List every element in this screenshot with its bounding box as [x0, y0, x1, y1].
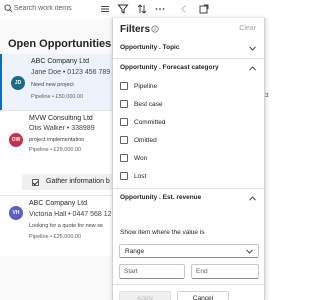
open-record-icon[interactable] [198, 3, 210, 15]
status-value-line: Pipeline • £25,000.00 [29, 234, 82, 240]
forecast-option-best-case[interactable]: Best case [120, 99, 163, 109]
avatar-initials: OW [11, 137, 21, 143]
topic-filter-header[interactable]: Opportunity . Topic [120, 44, 179, 51]
work-item-card[interactable]: VH ABC Company Ltd Victoria Hall • 0447 … [0, 196, 112, 256]
contact-line: Jane Doe • 0123 456 789 [31, 69, 111, 76]
filters-panel: Filters Clear Opportunity . Topic Opport… [112, 18, 265, 300]
back-arrow-icon[interactable] [178, 3, 190, 15]
operator-select[interactable]: Range [119, 244, 259, 258]
status-value-line: Pipeline • £29,000.00 [29, 147, 82, 153]
section-divider [113, 58, 265, 59]
show-where-label: Show item where the value is [120, 229, 205, 236]
cancel-button[interactable]: Cancel [177, 291, 229, 300]
contact-line: Otis Walker • 338989 [29, 125, 95, 132]
option-label: Omitted [134, 136, 157, 144]
chevron-down-icon[interactable] [249, 46, 256, 51]
forecast-option-lost[interactable]: Lost [120, 171, 146, 181]
filter-icon[interactable] [117, 3, 129, 15]
filters-title: Filters [120, 24, 151, 35]
info-icon[interactable] [151, 25, 159, 33]
forecast-category-filter-header[interactable]: Opportunity . Forecast category [120, 64, 219, 71]
option-label: Won [134, 154, 148, 162]
checkbox[interactable] [120, 82, 128, 90]
checkbox[interactable] [120, 118, 128, 126]
list-title: Open Opportunities Fo [8, 38, 128, 50]
company-name: MVW Consulting Ltd [29, 115, 93, 122]
sort-icon[interactable] [136, 3, 148, 15]
option-label: Pipeline [134, 82, 158, 90]
contact-line: Victoria Hall • 0447 568 123 [29, 211, 111, 218]
chevron-up-icon[interactable] [249, 196, 256, 201]
apply-button[interactable]: Apply [119, 291, 171, 300]
option-label: Best case [134, 100, 163, 108]
forecast-option-pipeline[interactable]: Pipeline [120, 81, 157, 91]
option-label: Lost [134, 172, 147, 180]
forecast-option-committed[interactable]: Committed [120, 117, 165, 127]
more-options-icon[interactable] [154, 3, 166, 15]
company-name: ABC Company Ltd [29, 200, 87, 207]
work-item-card[interactable]: JD ABC Company Ltd Jane Doe • 0123 456 7… [0, 54, 112, 110]
topic-line: Need new project [31, 82, 74, 88]
avatar: JD [11, 76, 25, 90]
search-box[interactable] [0, 0, 96, 18]
forecast-option-omitted[interactable]: Omitted [120, 135, 157, 145]
chevron-up-icon[interactable] [249, 66, 256, 71]
option-label: Committed [134, 118, 166, 126]
task-checkbox[interactable] [32, 179, 39, 186]
work-items-list: Open Opportunities Fo JD ABC Company Ltd… [0, 18, 128, 300]
section-divider [113, 188, 265, 189]
top-bar [0, 0, 269, 18]
avatar-initials: VH [12, 210, 20, 216]
clear-filters-button[interactable]: Clear [239, 25, 256, 32]
chevron-down-icon [246, 249, 253, 254]
topic-line: Looking for a quote for new se [29, 223, 103, 229]
list-view-icon[interactable] [99, 3, 111, 15]
checkbox[interactable] [120, 172, 128, 180]
checkbox[interactable] [120, 100, 128, 108]
forecast-option-won[interactable]: Won [120, 153, 147, 163]
search-icon [4, 4, 13, 13]
topic-line: project implementation [29, 137, 85, 143]
footer-divider [113, 284, 265, 285]
range-start-input[interactable] [119, 264, 185, 279]
range-end-input[interactable] [191, 264, 259, 279]
status-value-line: Pipeline • £50,000.00 [31, 94, 84, 100]
operator-select-value: Range [125, 248, 145, 255]
checkbox[interactable] [120, 154, 128, 162]
search-input[interactable] [14, 1, 96, 16]
avatar-initials: JD [14, 80, 22, 86]
avatar: VH [9, 206, 23, 220]
task-label: Gather information b [46, 178, 110, 185]
avatar: OW [9, 133, 23, 147]
company-name: ABC Company Ltd [31, 58, 89, 65]
est-revenue-filter-header[interactable]: Opportunity . Est. revenue [120, 194, 201, 201]
checkbox[interactable] [120, 136, 128, 144]
task-item[interactable]: Gather information b [22, 174, 112, 190]
